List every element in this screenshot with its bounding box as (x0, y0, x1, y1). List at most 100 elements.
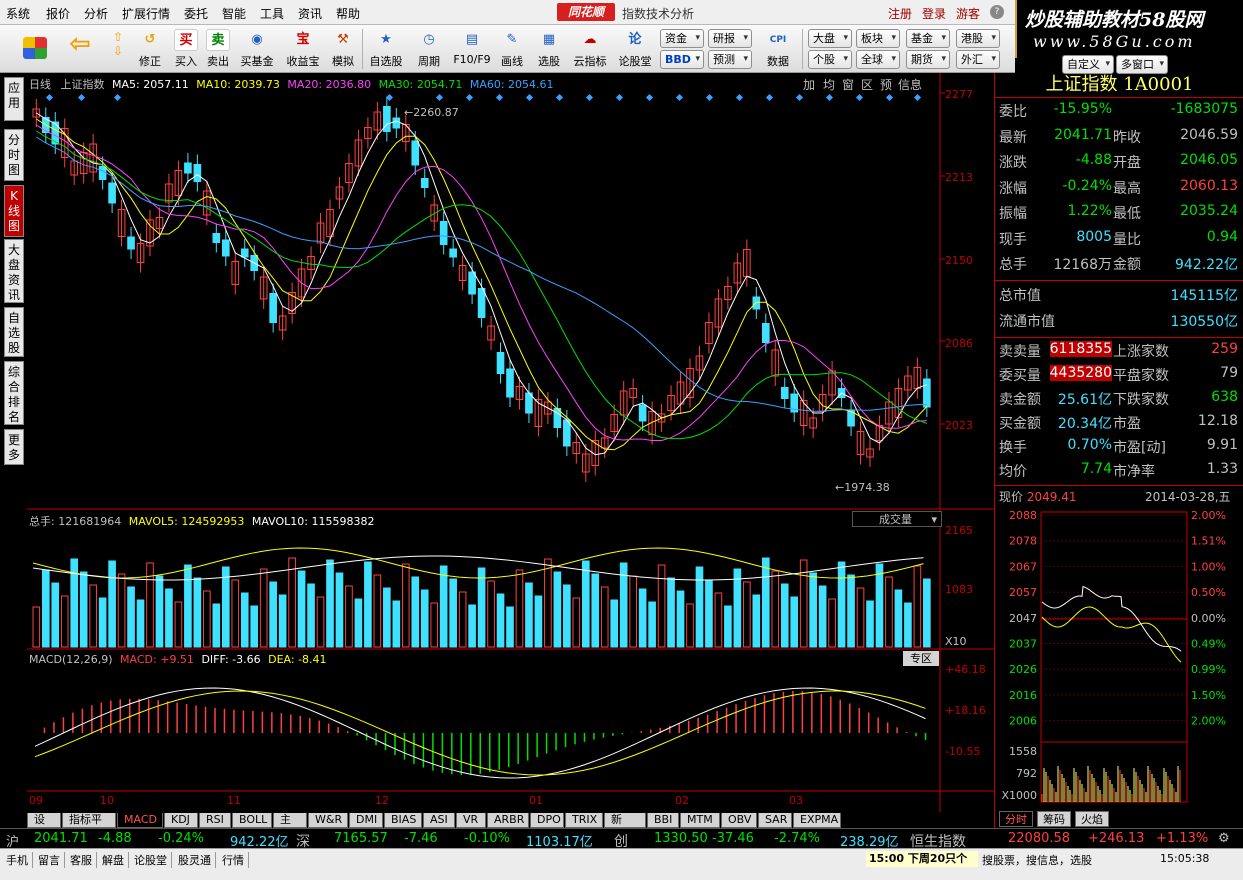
layout-button[interactable] (18, 27, 52, 71)
sell-button[interactable]: 卖卖出 (204, 27, 232, 71)
stock-picker-button[interactable]: ▦ 选股 (532, 27, 566, 71)
arrow-up-icon: ⇧ (112, 30, 124, 44)
indicator-tab-bbi[interactable]: BBI (647, 813, 679, 828)
profit-treasure-button[interactable]: 宝收益宝 (282, 27, 324, 71)
menu-tools[interactable]: 工具 (260, 5, 284, 22)
register-link[interactable]: 注册 (888, 5, 912, 22)
tab-apps[interactable]: 应用 (4, 77, 24, 121)
page-up-down-button[interactable]: ⇧ ⇩ (104, 27, 132, 71)
status-item-2[interactable]: 客服 (70, 852, 97, 868)
chart-area[interactable]: 日线 上证指数 MA5: 2057.11 MA10: 2039.73 MA20:… (27, 73, 994, 813)
indicator-tab-kdj[interactable]: KDJ (164, 813, 198, 828)
indicator-tab-[interactable]: 指标平台 (62, 813, 116, 840)
indicator-tab-asi[interactable]: ASI (423, 813, 455, 828)
multi-window-button[interactable]: 多窗口 (1116, 55, 1168, 74)
indicator-tab-obv[interactable]: OBV (721, 813, 757, 828)
indicator-tab-trix[interactable]: TRIX (565, 813, 603, 828)
period-button[interactable]: ◷ 周期 (410, 27, 448, 71)
tab-kline[interactable]: K线图 (4, 185, 24, 237)
tab-market-news[interactable]: 大盘资讯 (4, 239, 24, 303)
back-button[interactable]: ⇦ (62, 27, 98, 71)
tab-watchlist[interactable]: 自选股 (4, 307, 24, 357)
tab-intraday[interactable]: 分时图 (4, 129, 24, 181)
cloud-indicator-button[interactable]: ☁ 云指标 (570, 27, 610, 71)
help-icon[interactable]: ? (990, 5, 1004, 19)
tool-average[interactable]: 均 (823, 76, 835, 93)
news-ticker[interactable]: 15:00 下周20只个 (866, 851, 978, 867)
buy-button[interactable]: 买买入 (172, 27, 200, 71)
data-button[interactable]: CPI 数据 (758, 27, 798, 71)
tool-range[interactable]: 区 (861, 76, 873, 93)
menu-system[interactable]: 系统 (6, 5, 30, 22)
panel-tab-0[interactable]: 分时 (999, 811, 1033, 827)
panel-tab-2[interactable]: 火焰 (1075, 811, 1109, 827)
forum-button[interactable]: 论论股堂 (614, 27, 656, 71)
indicator-tab-sar[interactable]: SAR (758, 813, 792, 828)
tool-forecast[interactable]: 预 (880, 76, 892, 93)
tool-add[interactable]: 加 (803, 76, 815, 93)
forex-button[interactable]: 外汇 (956, 50, 1000, 69)
futures-dropdown[interactable]: 期货 (906, 50, 950, 69)
panel-tab-1[interactable]: 筹码 (1037, 811, 1071, 827)
indicator-tab-arbr[interactable]: ARBR (487, 813, 529, 828)
global-dropdown[interactable]: 全球 (856, 50, 900, 69)
tab-ranking[interactable]: 综合排名 (4, 361, 24, 425)
f10-button[interactable]: ▤ F10/F9 (452, 27, 492, 71)
draw-line-button[interactable]: ✎ 画线 (496, 27, 528, 71)
indicator-tab-[interactable]: 设置 (27, 813, 61, 840)
settings-gear-icon[interactable]: ⚙ (1218, 831, 1230, 846)
simulate-button[interactable]: ⚒ 模拟 (328, 27, 358, 71)
tool-window[interactable]: 窗 (842, 76, 854, 93)
research-dropdown[interactable]: 研报 (708, 29, 752, 48)
buy-fund-button[interactable]: ◉ 买基金 (236, 27, 278, 71)
menu-quote[interactable]: 报价 (46, 5, 70, 22)
custom-dropdown[interactable]: 自定义 (1062, 55, 1114, 74)
indicator-tab-expma[interactable]: EXPMA (793, 813, 841, 828)
divider (995, 337, 1243, 338)
hk-stock-button[interactable]: 港股 (956, 29, 1000, 48)
menu-analysis[interactable]: 分析 (84, 5, 108, 22)
indicator-tab-boll[interactable]: BOLL (232, 813, 272, 828)
indicator-tab-dma[interactable]: 新DMA (604, 813, 646, 840)
indicator-tab-dmi[interactable]: DMI (349, 813, 383, 828)
indicator-tab-mtm[interactable]: MTM (680, 813, 720, 828)
left-tabs: 应用 分时图 K线图 大盘资讯 自选股 综合排名 更多 (0, 73, 27, 823)
tool-info[interactable]: 信息 (898, 76, 922, 93)
macd-zone-button[interactable]: 专区 (903, 651, 939, 666)
intraday-mini-chart[interactable]: 2088 2078 2067 2057 2047 2037 2026 2016 2006 1558… (995, 507, 1243, 807)
menu-smart[interactable]: 智能 (222, 5, 246, 22)
status-item-1[interactable]: 留言 (38, 852, 65, 868)
menu-trade[interactable]: 委托 (184, 5, 208, 22)
indicator-tab-rsi[interactable]: RSI (199, 813, 231, 828)
indicator-tab-dpo[interactable]: DPO (530, 813, 564, 828)
menu-news[interactable]: 资讯 (298, 5, 322, 22)
login-link[interactable]: 登录 (922, 5, 946, 22)
indicator-tab-[interactable]: 主力 (273, 813, 307, 840)
stock-dropdown[interactable]: 个股 (808, 50, 852, 69)
status-item-4[interactable]: 论股堂 (134, 852, 172, 868)
fund-dropdown[interactable]: 基金 (906, 29, 950, 48)
menu-extended-quote[interactable]: 扩展行情 (122, 5, 170, 22)
status-item-3[interactable]: 解盘 (102, 852, 129, 868)
watchlist-button[interactable]: ★ 自选股 (366, 27, 406, 71)
tab-more[interactable]: 更多 (4, 429, 24, 465)
indicator-tab-macd[interactable]: MACD (117, 813, 163, 828)
forecast-dropdown[interactable]: 预测 (708, 50, 752, 69)
fund-flow-dropdown[interactable]: 资金 (660, 29, 704, 48)
market-dropdown[interactable]: 大盘 (808, 29, 852, 48)
guest-link[interactable]: 游客 (956, 5, 980, 22)
search-hint[interactable]: 搜股票，搜信息，选股 (982, 852, 1092, 868)
volume-dropdown[interactable]: 成交量 ▾ (852, 511, 942, 527)
indicator-tab-vr[interactable]: VR (456, 813, 486, 828)
indicator-tab-wr[interactable]: W&R (308, 813, 348, 828)
sector-dropdown[interactable]: 板块 (856, 29, 900, 48)
menu-help[interactable]: 帮助 (336, 5, 360, 22)
toolbar-btn-0[interactable]: ↺ 修正 (134, 27, 166, 71)
bbd-button[interactable]: BBD (660, 50, 704, 69)
volume-bar (212, 603, 221, 648)
kline-chart[interactable] (27, 73, 994, 813)
status-item-6[interactable]: 行情 (222, 852, 249, 868)
status-item-0[interactable]: 手机 (6, 852, 33, 868)
status-item-5[interactable]: 股灵通 (178, 852, 216, 868)
indicator-tab-bias[interactable]: BIAS (384, 813, 422, 828)
